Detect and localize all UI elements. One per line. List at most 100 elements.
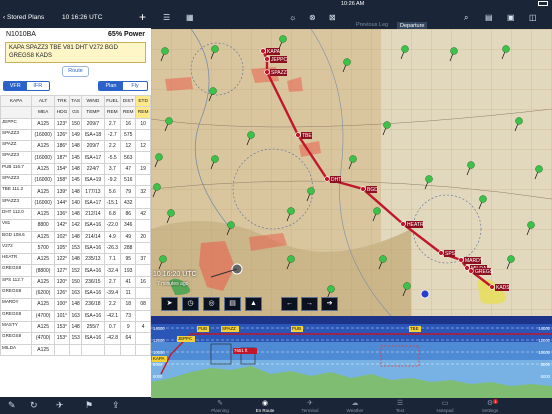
station-marker[interactable] — [211, 45, 219, 53]
station-marker[interactable] — [379, 255, 387, 263]
table-row[interactable]: PUB 116.7 A125 154° 148 224/7 3.7 47 19 — [0, 162, 151, 176]
table-row[interactable]: DHT 112.0 A125 136° 148 212/14 6.8 86 42 — [0, 207, 151, 221]
waypoint-label[interactable]: SPAZZ — [271, 70, 287, 76]
station-marker[interactable] — [159, 255, 167, 263]
aeronautical-map[interactable]: KAPAJEPPCSPAZZTBEDHTBGDHEATRSPSMARDYMILD… — [151, 29, 552, 316]
table-row[interactable]: V272 5700 105° 153 ISA+16 -26.3 288 — [0, 241, 151, 255]
station-marker[interactable] — [227, 221, 235, 229]
station-marker[interactable] — [287, 207, 295, 215]
station-marker[interactable] — [527, 221, 535, 229]
station-marker[interactable] — [450, 47, 458, 55]
search-icon[interactable]: ⌕ — [464, 13, 468, 23]
header-row[interactable]: KAPA ALT TRK TAS WIND FUEL DIST ETD — [0, 94, 151, 108]
tab-settings[interactable]: ⚙ Settings 1 — [465, 399, 515, 413]
refresh-icon[interactable]: ↻ — [30, 400, 38, 411]
waypoint-label[interactable]: GREGS — [475, 269, 494, 275]
waypoint-marker[interactable] — [324, 176, 330, 182]
aircraft-icon[interactable]: ✈ — [56, 400, 64, 411]
profile-canvas[interactable]: 14000 14000 12000 12000 10000 10000 8000 8000 60… — [151, 316, 552, 398]
table-row[interactable]: JEPPC A125 123° 150 209/7 2.7 16 10 — [0, 117, 151, 130]
station-marker[interactable] — [153, 183, 161, 191]
waypoint-marker[interactable] — [489, 284, 495, 290]
flag-icon[interactable]: ⚑ — [85, 400, 93, 411]
waypoint-marker[interactable] — [458, 257, 464, 263]
header-row[interactable]: MEA HDG GS TEMP REM REM REM — [0, 106, 151, 119]
timer-button[interactable]: ◷ — [182, 297, 199, 311]
table-row[interactable]: MARDY A125 100° 148 236/18 2.2 18 08 — [0, 298, 151, 311]
waypoint-marker[interactable] — [400, 221, 406, 227]
route-field[interactable]: KAPA SPAZZ3 TBE V81 DHT V272 BGD GREGS8 … — [5, 42, 146, 63]
table-row[interactable]: MILDA A125 — [0, 343, 151, 356]
station-marker[interactable] — [425, 175, 433, 183]
table-row[interactable]: BGD 108.6 A125 102° 148 214/14 4.9 49 20 — [0, 230, 151, 243]
panels-icon[interactable]: ▦ — [186, 13, 194, 22]
station-marker[interactable] — [467, 161, 475, 169]
station-marker[interactable] — [507, 255, 515, 263]
vertical-profile[interactable]: 14000 14000 12000 12000 10000 10000 8000 8000 60… — [151, 316, 552, 398]
waypoint-marker[interactable] — [260, 48, 266, 54]
tab-planning[interactable]: ✎ Planning — [195, 399, 245, 413]
station-marker[interactable] — [279, 35, 287, 43]
route-button[interactable]: Route — [62, 66, 89, 77]
tab-notepad[interactable]: ▭ Notepad — [420, 399, 470, 413]
station-marker[interactable] — [327, 285, 335, 293]
tab-weather[interactable]: ☁ Weather — [330, 399, 380, 413]
layers-icon[interactable]: ▤ — [485, 13, 493, 22]
table-row[interactable]: MASTY A125 153° 148 255/7 0.7 9 4 — [0, 320, 151, 334]
waypoint-marker[interactable] — [264, 69, 270, 75]
tab-text[interactable]: ☰ Text — [375, 399, 425, 413]
table-row[interactable]: SPS 112.7 A125 120° 150 236/15 2.7 41 16 — [0, 275, 151, 289]
waypoint-label[interactable]: DHT — [331, 177, 341, 183]
split-view-icon[interactable]: ◫ — [529, 13, 537, 22]
table-row[interactable]: GREGS8 (4700) 101° 163 ISA+16 -42.1 73 — [0, 309, 151, 322]
station-marker[interactable] — [343, 58, 351, 66]
tab-en-route[interactable]: ◉ En Route — [240, 399, 290, 413]
share-icon[interactable]: ⇪ — [112, 400, 120, 411]
plan-segment[interactable]: Plan — [99, 82, 123, 90]
station-marker[interactable] — [155, 153, 163, 161]
table-row[interactable]: SPAZZ3 (16000) 158° 145 ISA+19 -9.2 516 — [0, 174, 151, 187]
waypoint-label[interactable]: KADS — [496, 285, 510, 291]
table-row[interactable]: HEATR A125 122° 148 235/13 7.1 95 37 — [0, 253, 151, 266]
station-marker[interactable] — [502, 45, 510, 53]
station-marker[interactable] — [349, 155, 357, 163]
station-marker[interactable] — [247, 131, 255, 139]
station-marker[interactable] — [307, 187, 315, 195]
next-button[interactable]: → — [301, 297, 318, 311]
waypoint-marker[interactable] — [295, 132, 301, 138]
lock-icon[interactable]: ⊠ — [329, 13, 336, 22]
waypoint-label[interactable]: KAPA — [267, 49, 281, 55]
map-settings-icon[interactable]: ▣ — [507, 13, 515, 22]
nexrad-marker[interactable] — [420, 289, 430, 299]
table-row[interactable]: GREGS8 (6200) 126° 163 ISA+16 -39.4 11 — [0, 287, 151, 300]
waypoint-marker[interactable] — [438, 250, 444, 256]
station-marker[interactable] — [287, 255, 295, 263]
brightness-icon[interactable]: ☼ — [289, 13, 296, 22]
table-row[interactable]: TBE 111.2 A125 139° 148 177/13 5.6 79 32 — [0, 185, 151, 198]
waypoint-label[interactable]: SPS — [445, 251, 456, 257]
vfr-segment[interactable]: VFR — [4, 82, 27, 90]
go-button[interactable]: ➔ — [321, 297, 338, 311]
station-marker[interactable] — [165, 117, 173, 125]
ifr-segment[interactable]: IFR — [27, 82, 50, 90]
station-marker[interactable] — [535, 165, 543, 173]
station-marker[interactable] — [373, 207, 381, 215]
table-row[interactable]: SPAZZ3 (16000) 126° 149 ISA+18 -2.7 575 — [0, 128, 151, 142]
waypoint-label[interactable]: MARDY — [465, 258, 484, 264]
waypoint-label[interactable]: TBE — [302, 133, 312, 139]
station-marker[interactable] — [403, 282, 411, 290]
table-row[interactable]: SPAZZ3 (16000) 144° 140 ISA+17 -15.1 432 — [0, 196, 151, 209]
table-row[interactable]: SPAZZ3 (16000) 187° 145 ISA+17 -5.5 563 — [0, 151, 151, 164]
power-setting[interactable]: 65% Power — [108, 31, 145, 38]
waypoint-marker[interactable] — [360, 186, 366, 192]
layers-button[interactable]: ▤ — [224, 297, 241, 311]
station-marker[interactable] — [211, 155, 219, 163]
table-row[interactable]: GREGS8 (4700) 153° 153 ISA+16 -42.8 64 — [0, 332, 151, 345]
map-canvas[interactable]: KAPAJEPPCSPAZZTBEDHTBGDHEATRSPSMARDYMILD… — [151, 29, 552, 316]
waypoint-label[interactable]: BGD — [367, 187, 378, 193]
help-icon[interactable]: ⊗ — [309, 13, 316, 22]
direction-button[interactable]: ➤ — [161, 297, 178, 311]
clock-button[interactable]: ◎ — [203, 297, 220, 311]
station-marker[interactable] — [167, 209, 175, 217]
table-row[interactable]: SPAZZ A125 186° 148 209/7 2.2 12 12 — [0, 140, 151, 153]
